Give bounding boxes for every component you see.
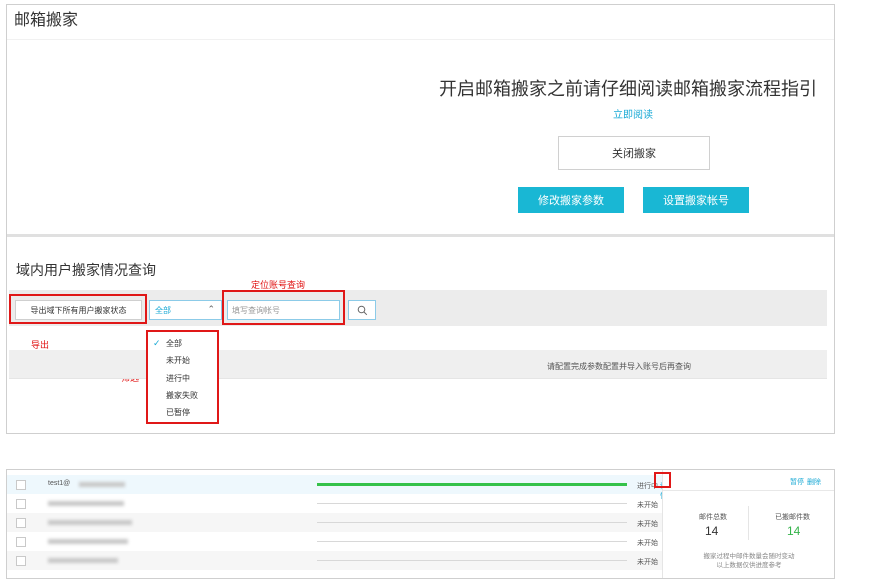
modify-params-button[interactable]: 修改搬家参数 <box>518 187 624 213</box>
migration-progress-bar <box>317 560 627 561</box>
blurred-account-text <box>48 558 118 563</box>
stat-separator <box>748 506 749 540</box>
filter-option-failed[interactable]: 搬家失败 <box>166 390 198 401</box>
migration-detail-panel: 暂停 删除 邮件总数 14 已搬邮件数 14 搬家过程中邮件数量会随时变动 以上… <box>662 470 834 578</box>
filter-option-all[interactable]: 全部 <box>166 338 182 349</box>
blurred-account-text <box>48 520 132 525</box>
side-divider <box>663 490 834 491</box>
blurred-account-text <box>48 539 128 544</box>
read-guide-link[interactable]: 立即阅读 <box>613 106 653 121</box>
moved-mail-value: 14 <box>787 524 801 538</box>
table-row[interactable]: 未开始 <box>7 532 662 551</box>
row-checkbox[interactable] <box>16 556 26 566</box>
progress-note-line2: 以上数据仅供进度参考 <box>716 562 782 569</box>
check-icon: ✓ <box>153 338 161 348</box>
export-status-button[interactable]: 导出域下所有用户搬家状态 <box>15 300 142 320</box>
account-search-input[interactable] <box>227 300 340 320</box>
set-accounts-button[interactable]: 设置搬家帐号 <box>643 187 749 213</box>
table-row[interactable]: 未开始 <box>7 551 662 570</box>
search-icon <box>357 305 368 316</box>
close-migration-button[interactable]: 关闭搬家 <box>558 136 710 170</box>
migration-list-panel: test1@ 进行中 详情 未开始 未开始 未开始 未开始 暂停 删除 邮件总数… <box>6 469 835 579</box>
section-divider <box>7 234 834 237</box>
migration-progress-bar <box>317 522 627 523</box>
migration-progress-bar <box>317 483 627 486</box>
filter-option-in-progress[interactable]: 进行中 <box>166 373 190 384</box>
filter-option-paused[interactable]: 已暂停 <box>166 407 190 418</box>
account-name: test1@ <box>48 480 71 487</box>
chevron-up-icon: ⌃ <box>207 304 215 314</box>
filter-selected-value: 全部 <box>155 306 171 315</box>
row-checkbox[interactable] <box>16 518 26 528</box>
table-row[interactable]: 未开始 <box>7 494 662 513</box>
table-bottom-line <box>9 378 827 379</box>
row-checkbox[interactable] <box>16 480 26 490</box>
row-checkbox[interactable] <box>16 537 26 547</box>
query-section-title: 域内用户搬家情况查询 <box>16 262 156 278</box>
row-status: 未开始 <box>637 559 658 566</box>
status-filter-select[interactable]: 全部 ⌃ <box>149 300 222 320</box>
blurred-account-text <box>48 501 124 506</box>
migration-progress-bar <box>317 541 627 542</box>
filter-option-not-started[interactable]: 未开始 <box>166 355 190 366</box>
row-status: 未开始 <box>637 502 658 509</box>
empty-table-message: 请配置完成参数配置并导入账号后再查询 <box>547 362 691 371</box>
migration-progress-bar <box>317 503 627 504</box>
total-mail-value: 14 <box>705 524 719 538</box>
row-status: 未开始 <box>637 540 658 547</box>
total-mail-label: 邮件总数 <box>699 514 727 521</box>
status-filter-dropdown: ✓ 全部 未开始 进行中 搬家失败 已暂停 <box>146 330 219 424</box>
page-title: 邮箱搬家 <box>14 12 79 29</box>
blurred-account-text <box>79 482 125 487</box>
row-status: 未开始 <box>637 521 658 528</box>
pause-link[interactable]: 暂停 <box>790 477 804 487</box>
detail-highlight-box <box>654 472 671 488</box>
title-divider <box>7 39 834 40</box>
delete-link[interactable]: 删除 <box>807 477 821 487</box>
results-table-header <box>9 350 827 378</box>
search-button[interactable] <box>348 300 376 320</box>
row-checkbox[interactable] <box>16 499 26 509</box>
table-row[interactable]: test1@ 进行中 详情 <box>7 475 667 500</box>
migration-guide-heading: 开启邮箱搬家之前请仔细阅读邮箱搬家流程指引 <box>439 79 817 99</box>
moved-mail-label: 已搬邮件数 <box>775 514 810 521</box>
table-row[interactable]: 未开始 <box>7 513 662 532</box>
